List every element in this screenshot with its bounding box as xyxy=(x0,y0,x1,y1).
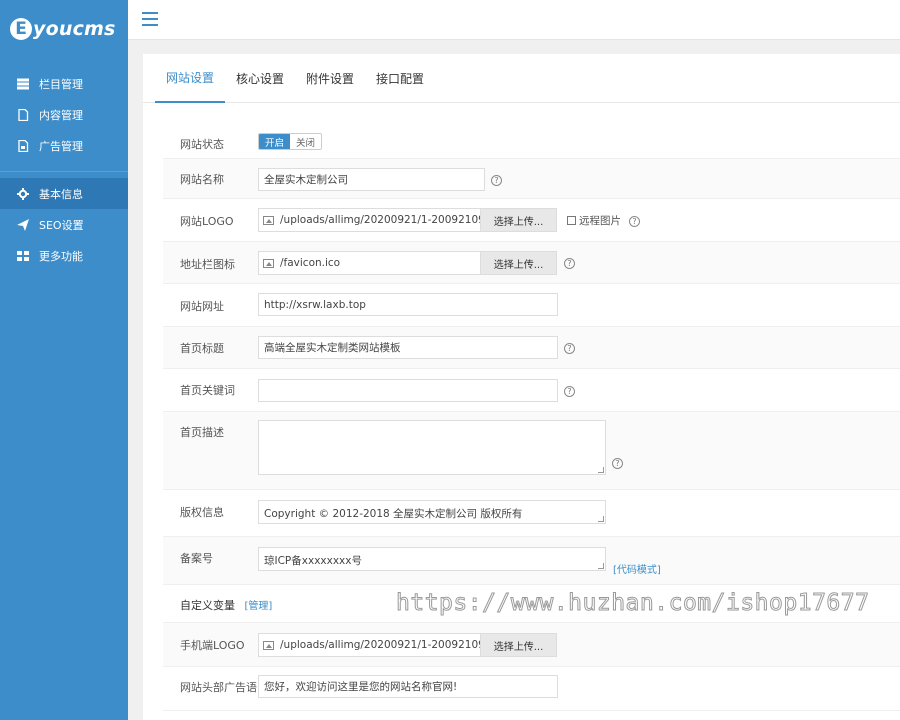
row-home-description: 首页描述 ? xyxy=(163,412,900,490)
image-icon xyxy=(263,640,274,650)
copyright-textarea[interactable]: Copyright © 2012-2018 全屋实木定制公司 版权所有 xyxy=(258,500,606,524)
watermark: https://www.huzhan.com/ishop17677 xyxy=(395,590,870,617)
site-name-label: 网站名称 xyxy=(180,173,224,186)
row-icp: 备案号 琼ICP备xxxxxxxx号 [代码模式] xyxy=(163,537,900,585)
grid-icon xyxy=(16,249,30,263)
custom-vars-text: 自定义变量 xyxy=(180,599,235,612)
sidebar-item-seo[interactable]: SEO设置 xyxy=(0,209,128,240)
tab-site-settings[interactable]: 网站设置 xyxy=(155,54,226,103)
tab-api-config[interactable]: 接口配置 xyxy=(365,54,435,103)
remote-image-option[interactable]: 远程图片 xyxy=(567,213,621,228)
code-mode-link[interactable]: [代码模式] xyxy=(613,561,661,576)
custom-vars-label: 自定义变量 [管理] xyxy=(180,597,272,613)
favicon-input[interactable]: /favicon.ico xyxy=(258,251,480,275)
sidebar-item-label: 广告管理 xyxy=(39,139,83,153)
top-bar xyxy=(128,0,900,40)
mobile-logo-input[interactable]: /uploads/allimg/20200921/1-200921095 xyxy=(258,633,480,657)
favicon-path: /favicon.ico xyxy=(280,257,341,269)
remote-image-label: 远程图片 xyxy=(579,215,621,227)
site-status-label: 网站状态 xyxy=(180,138,224,151)
site-url-label: 网站网址 xyxy=(180,300,224,313)
remote-image-checkbox[interactable] xyxy=(567,216,576,225)
home-title-label: 首页标题 xyxy=(180,342,224,355)
mobile-logo-label: 手机端LOGO xyxy=(180,639,245,652)
nav-group-settings: 基本信息 SEO设置 更多功能 xyxy=(0,172,128,281)
row-site-url: 网站网址 http://xsrw.laxb.top xyxy=(163,284,900,327)
image-icon xyxy=(263,258,274,268)
image-icon xyxy=(263,215,274,225)
tab-bar: 网站设置 核心设置 附件设置 接口配置 xyxy=(143,54,900,103)
help-icon[interactable]: ? xyxy=(629,216,640,227)
help-icon[interactable]: ? xyxy=(612,458,623,469)
sidebar-item-content[interactable]: 内容管理 xyxy=(0,99,128,130)
document-icon xyxy=(16,108,30,122)
sidebar-item-label: 更多功能 xyxy=(39,249,83,263)
settings-form: 网站状态 开启 关闭 网站名称 全屋实木定制公司 ? 网站LOGO /uploa… xyxy=(163,125,900,711)
home-keywords-input[interactable] xyxy=(258,379,558,402)
sidebar: E youcms 栏目管理 内容管理 广告管理 基本信息 SEO设置 更多功能 xyxy=(0,0,128,720)
site-url-input[interactable]: http://xsrw.laxb.top xyxy=(258,293,558,316)
logo-upload-button[interactable]: 选择上传... xyxy=(480,208,557,232)
copyright-label: 版权信息 xyxy=(180,506,224,519)
mobile-logo-path: /uploads/allimg/20200921/1-200921095 xyxy=(280,639,480,651)
site-logo-path: /uploads/allimg/20200921/1-200921091 xyxy=(280,214,480,226)
help-icon[interactable]: ? xyxy=(564,343,575,354)
status-off-option[interactable]: 关闭 xyxy=(290,134,322,149)
sidebar-item-basic-info[interactable]: 基本信息 xyxy=(0,178,128,209)
icp-value: 琼ICP备xxxxxxxx号 xyxy=(264,555,362,567)
help-icon[interactable]: ? xyxy=(491,175,502,186)
list-icon xyxy=(16,77,30,91)
row-favicon: 地址栏图标 /favicon.ico 选择上传... ? xyxy=(163,242,900,284)
site-logo-input[interactable]: /uploads/allimg/20200921/1-200921091 xyxy=(258,208,480,232)
copyright-value: Copyright © 2012-2018 全屋实木定制公司 版权所有 xyxy=(264,508,523,520)
image-file-icon xyxy=(16,139,30,153)
help-icon[interactable]: ? xyxy=(564,386,575,397)
sidebar-item-label: 基本信息 xyxy=(39,187,83,201)
row-site-name: 网站名称 全屋实木定制公司 ? xyxy=(163,159,900,199)
icp-textarea[interactable]: 琼ICP备xxxxxxxx号 xyxy=(258,547,606,571)
row-site-logo: 网站LOGO /uploads/allimg/20200921/1-200921… xyxy=(163,199,900,242)
home-keywords-label: 首页关键词 xyxy=(180,384,235,397)
row-copyright: 版权信息 Copyright © 2012-2018 全屋实木定制公司 版权所有 xyxy=(163,490,900,537)
custom-vars-manage-link[interactable]: [管理] xyxy=(245,601,273,612)
home-description-label: 首页描述 xyxy=(180,426,224,439)
sidebar-item-ads[interactable]: 广告管理 xyxy=(0,130,128,161)
mobile-logo-upload-button[interactable]: 选择上传... xyxy=(480,633,557,657)
favicon-label: 地址栏图标 xyxy=(180,258,235,271)
sidebar-item-more[interactable]: 更多功能 xyxy=(0,240,128,271)
site-logo-label: 网站LOGO xyxy=(180,215,234,228)
status-on-option[interactable]: 开启 xyxy=(259,134,291,149)
row-mobile-logo: 手机端LOGO /uploads/allimg/20200921/1-20092… xyxy=(163,623,900,667)
main-panel: 网站设置 核心设置 附件设置 接口配置 网站状态 开启 关闭 网站名称 全屋实木… xyxy=(143,54,900,720)
row-home-title: 首页标题 高端全屋实木定制类网站模板 ? xyxy=(163,327,900,369)
home-title-input[interactable]: 高端全屋实木定制类网站模板 xyxy=(258,336,558,359)
send-icon xyxy=(16,218,30,232)
gear-icon xyxy=(16,187,30,201)
resize-grip-icon[interactable] xyxy=(598,516,604,522)
logo-mark: E xyxy=(10,18,32,40)
site-status-toggle[interactable]: 开启 关闭 xyxy=(258,133,323,150)
tab-core-settings[interactable]: 核心设置 xyxy=(225,54,295,103)
logo-text: youcms xyxy=(33,18,116,40)
row-header-ad: 网站头部广告语 您好，欢迎访问这里是您的网站名称官网! xyxy=(163,667,900,711)
row-site-status: 网站状态 开启 关闭 xyxy=(163,125,900,159)
icp-label: 备案号 xyxy=(180,552,213,565)
nav-group-content: 栏目管理 内容管理 广告管理 xyxy=(0,58,128,172)
resize-grip-icon[interactable] xyxy=(598,467,604,473)
tab-attachment-settings[interactable]: 附件设置 xyxy=(295,54,365,103)
sidebar-item-label: SEO设置 xyxy=(39,218,84,232)
site-name-input[interactable]: 全屋实木定制公司 xyxy=(258,168,485,191)
header-ad-label: 网站头部广告语 xyxy=(180,681,257,694)
sidebar-item-label: 内容管理 xyxy=(39,108,83,122)
help-icon[interactable]: ? xyxy=(564,258,575,269)
row-home-keywords: 首页关键词 ? xyxy=(163,369,900,412)
home-description-textarea[interactable] xyxy=(258,420,606,475)
favicon-upload-button[interactable]: 选择上传... xyxy=(480,251,557,275)
sidebar-item-column[interactable]: 栏目管理 xyxy=(0,68,128,99)
menu-toggle-icon[interactable] xyxy=(142,12,158,26)
sidebar-item-label: 栏目管理 xyxy=(39,77,83,91)
logo[interactable]: E youcms xyxy=(0,0,128,58)
header-ad-input[interactable]: 您好，欢迎访问这里是您的网站名称官网! xyxy=(258,675,558,698)
resize-grip-icon[interactable] xyxy=(598,563,604,569)
